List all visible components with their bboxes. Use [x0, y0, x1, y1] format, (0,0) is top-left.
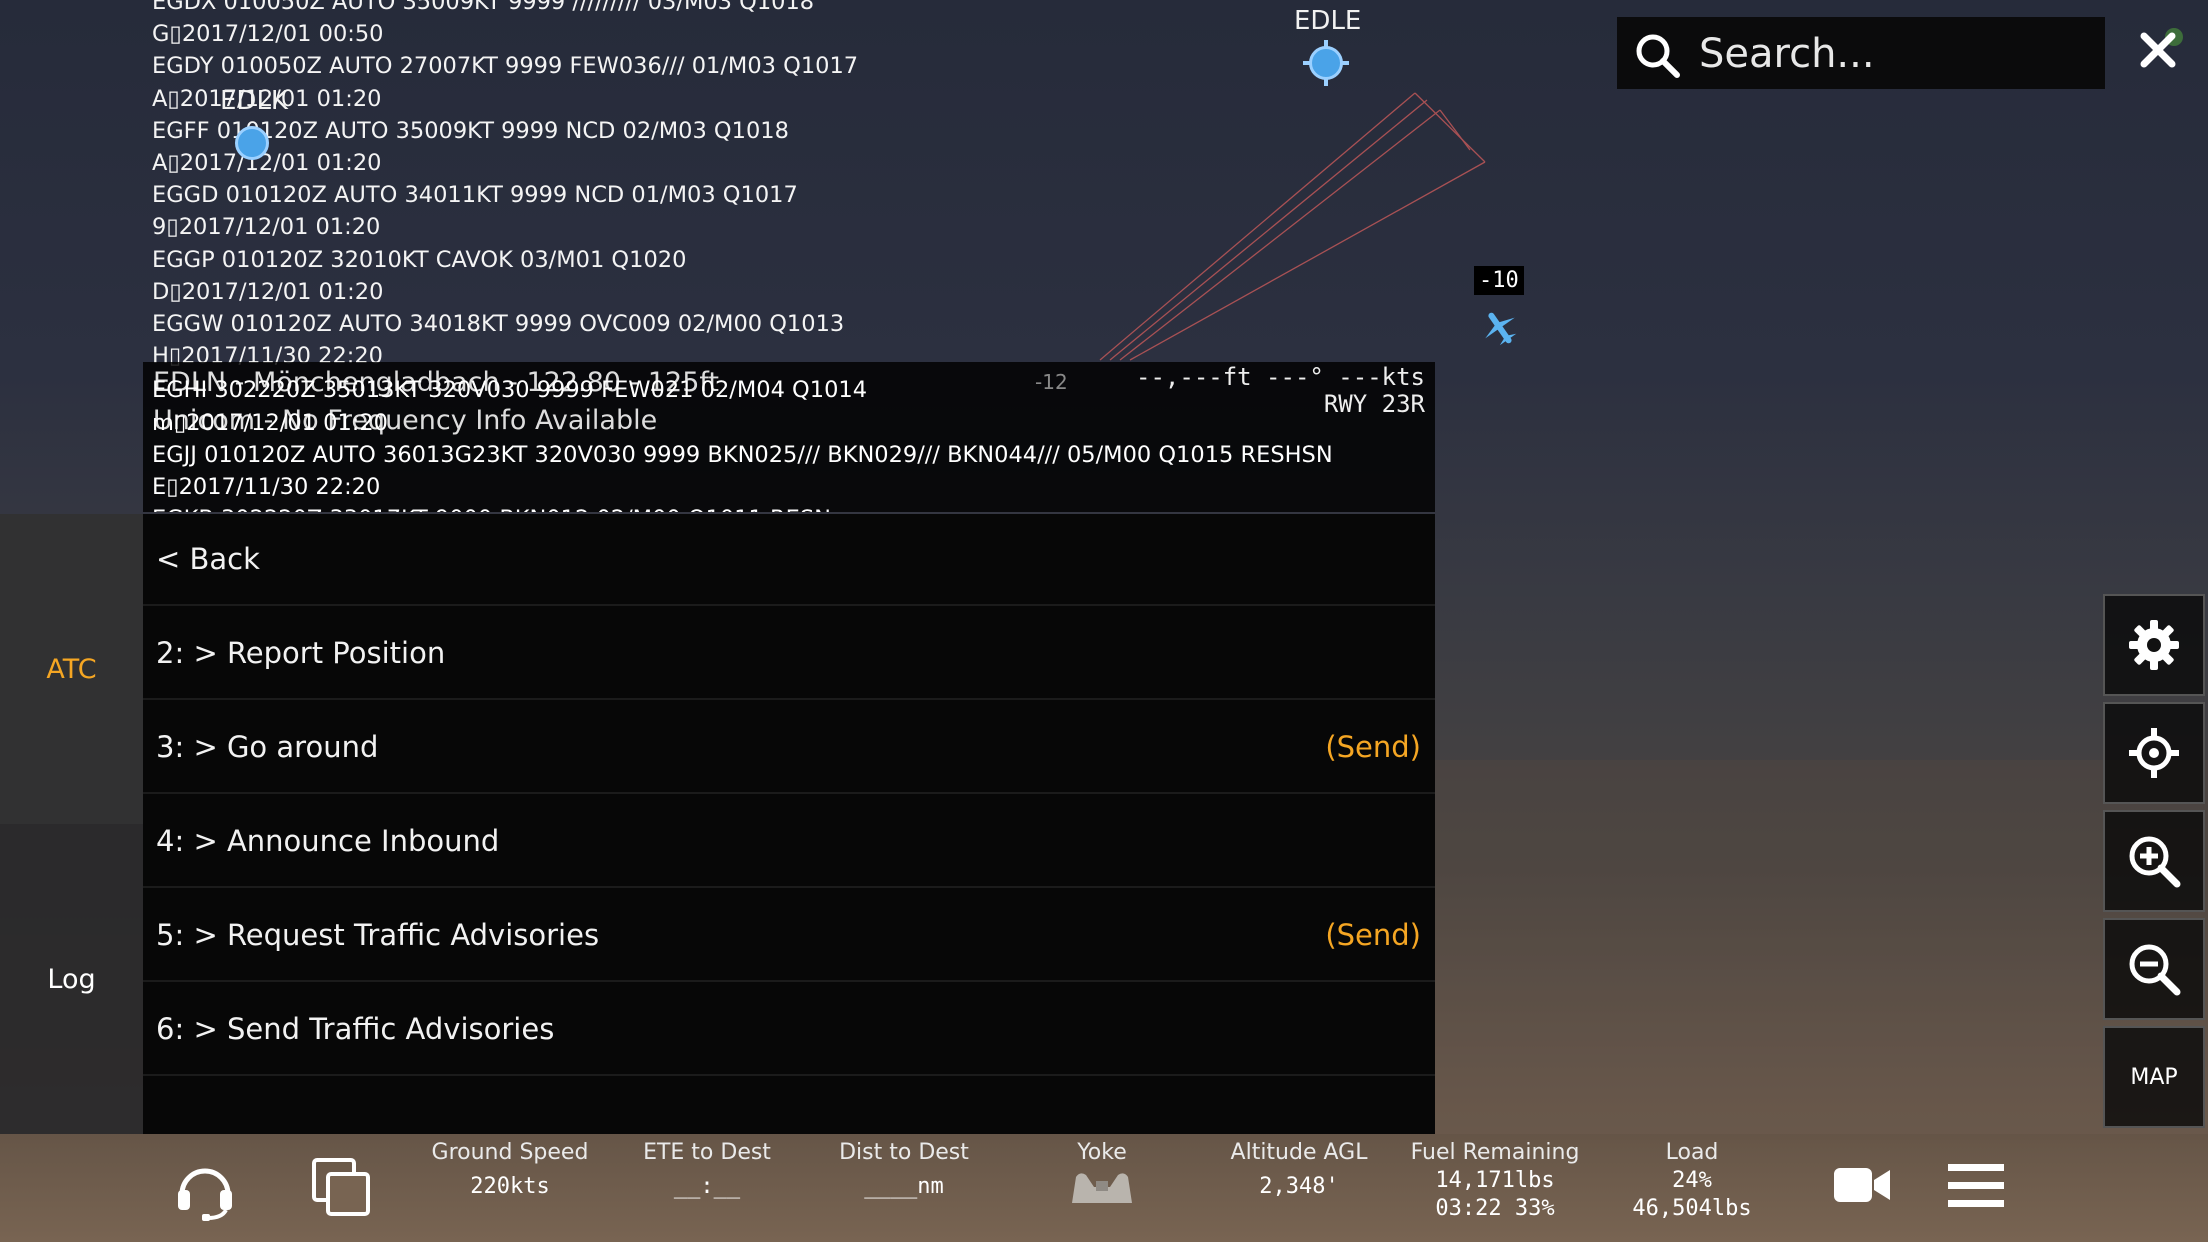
metar-line: EGGP 010120Z 32010KT CAVOK 03/M01 Q1020	[152, 246, 687, 273]
tab-log-label: Log	[47, 964, 96, 995]
zoom-in-icon	[2129, 836, 2181, 888]
metar-line: EGHI 302220Z 35013KT 320V030 9999 FEW021…	[152, 377, 868, 404]
stat-dist-to-dest: Dist to Dest ____nm	[814, 1134, 994, 1201]
back-button[interactable]: < Back	[143, 514, 1435, 606]
menu-item-send-traffic-advisories[interactable]: 6: > Send Traffic Advisories	[143, 984, 1435, 1076]
menu-item-label: 4: > Announce Inbound	[156, 824, 500, 858]
left-sidebar: ATC Log	[0, 514, 143, 1134]
menu-item-label: 2: > Report Position	[156, 636, 446, 670]
tab-atc-label: ATC	[46, 654, 97, 685]
metar-line: EGDY 010050Z AUTO 27007KT 9999 FEW036///…	[152, 53, 859, 80]
metar-line: G▯2017/12/01 00:50	[152, 21, 384, 48]
airport-label-edlk: EDLK	[220, 86, 288, 116]
metar-line: m▯2017/12/01 01:20	[152, 409, 388, 436]
airport-label-edle: EDLE	[1294, 6, 1362, 36]
search-input[interactable]: Search...	[1699, 31, 1875, 77]
atc-headset-button[interactable]	[172, 1156, 238, 1222]
stat-label: ETE to Dest	[643, 1140, 771, 1165]
menu-item-label: 3: > Go around	[156, 730, 379, 764]
stat-load: Load 24% 46,504lbs	[1602, 1134, 1782, 1223]
airport-marker-edle[interactable]	[1303, 40, 1349, 86]
stat-label: Ground Speed	[431, 1140, 589, 1165]
tab-log[interactable]: Log	[0, 964, 143, 995]
main-menu-button[interactable]	[1946, 1160, 2006, 1212]
copy-windows-icon	[312, 1158, 370, 1216]
stat-label: Fuel Remaining	[1410, 1140, 1580, 1165]
hamburger-menu-icon	[1948, 1164, 2004, 1207]
yoke-icon	[1072, 1173, 1132, 1203]
back-button-label: < Back	[156, 542, 260, 576]
zoom-out-icon	[2129, 944, 2181, 996]
menu-item-report-position[interactable]: 2: > Report Position	[143, 608, 1435, 700]
stat-value-secondary: 03:22 33%	[1435, 1196, 1555, 1221]
menu-item-label: 6: > Send Traffic Advisories	[156, 1012, 555, 1046]
stat-label: Altitude AGL	[1230, 1140, 1368, 1165]
send-indicator: (Send)	[1325, 730, 1421, 764]
menu-item-label: 5: > Request Traffic Advisories	[156, 918, 600, 952]
metar-line: EGGD 010120Z AUTO 34011KT 9999 NCD 01/M0…	[152, 182, 798, 209]
close-icon	[2140, 28, 2183, 68]
stat-label: Load	[1665, 1140, 1719, 1165]
map-toggle-button[interactable]: MAP	[2103, 1026, 2205, 1128]
metar-report-overlay: EGHI 302220Z 35013KT 320V030 9999 FEW021…	[152, 362, 1432, 512]
send-indicator: (Send)	[1325, 918, 1421, 952]
stat-altitude-agl: Altitude AGL 2,348'	[1209, 1134, 1389, 1201]
stat-ground-speed: Ground Speed 220kts	[420, 1134, 600, 1201]
video-camera-icon	[1834, 1168, 1890, 1202]
metar-line: EGJJ 010120Z AUTO 36013G23KT 320V030 999…	[152, 441, 1333, 468]
stat-value: 2,348'	[1259, 1174, 1339, 1199]
metar-line: E▯2017/11/30 22:20	[152, 474, 381, 500]
settings-button[interactable]	[2103, 594, 2205, 696]
search-box[interactable]: Search...	[1617, 17, 2105, 89]
stat-value: 14,171lbs	[1435, 1168, 1555, 1193]
camera-button[interactable]	[1832, 1162, 1892, 1208]
zoom-in-button[interactable]	[2103, 810, 2205, 912]
stat-value-secondary: 46,504lbs	[1632, 1196, 1752, 1221]
metar-line: EGGW 010120Z AUTO 34018KT 9999 OVC009 02…	[152, 311, 845, 337]
tab-atc[interactable]: ATC	[0, 654, 143, 685]
traffic-aircraft-icon[interactable]	[1478, 308, 1522, 348]
stat-value: 24%	[1672, 1168, 1712, 1193]
metar-line: 9▯2017/12/01 01:20	[152, 214, 381, 241]
windows-button[interactable]	[310, 1156, 374, 1220]
menu-item-go-around[interactable]: 3: > Go around (Send)	[143, 702, 1435, 794]
map-toggle-label: MAP	[2130, 1064, 2178, 1090]
stat-label: Dist to Dest	[839, 1140, 969, 1165]
metar-line: EGKB 302220Z 33017KT 9000 BKN012 02/M00 …	[152, 506, 831, 512]
metar-line: D▯2017/12/01 01:20	[152, 278, 384, 305]
menu-item-announce-inbound[interactable]: 4: > Announce Inbound	[143, 796, 1435, 888]
gear-icon	[2129, 620, 2179, 670]
stat-fuel-remaining: Fuel Remaining 14,171lbs 03:22 33%	[1400, 1134, 1590, 1223]
bottom-status-bar: Ground Speed 220kts ETE to Dest __:__ Di…	[0, 1134, 2208, 1242]
search-icon	[1636, 34, 1680, 78]
airport-marker-edlk[interactable]	[235, 126, 269, 160]
stat-value: __:__	[673, 1174, 741, 1199]
stat-ete-to-dest: ETE to Dest __:__	[617, 1134, 797, 1201]
traffic-altitude-tag: -10	[1474, 266, 1524, 295]
stat-value: 220kts	[470, 1174, 550, 1199]
metar-line: EGDX 010050Z AUTO 35009KT 9999 /////////…	[152, 0, 815, 15]
zoom-out-button[interactable]	[2103, 918, 2205, 1020]
stat-value: ____nm	[864, 1174, 944, 1199]
close-button[interactable]	[2134, 26, 2184, 76]
atc-menu-list: < Back 2: > Report Position 3: > Go arou…	[143, 514, 1435, 1134]
headset-icon	[178, 1168, 232, 1221]
stat-label: Yoke	[1077, 1140, 1127, 1165]
center-on-aircraft-button[interactable]	[2103, 702, 2205, 804]
airport-dot-icon	[235, 126, 269, 160]
airport-dot-icon	[1309, 46, 1343, 80]
stat-yoke[interactable]: Yoke	[1012, 1134, 1192, 1211]
crosshair-icon	[2129, 728, 2179, 778]
menu-item-request-traffic-advisories[interactable]: 5: > Request Traffic Advisories (Send)	[143, 890, 1435, 982]
